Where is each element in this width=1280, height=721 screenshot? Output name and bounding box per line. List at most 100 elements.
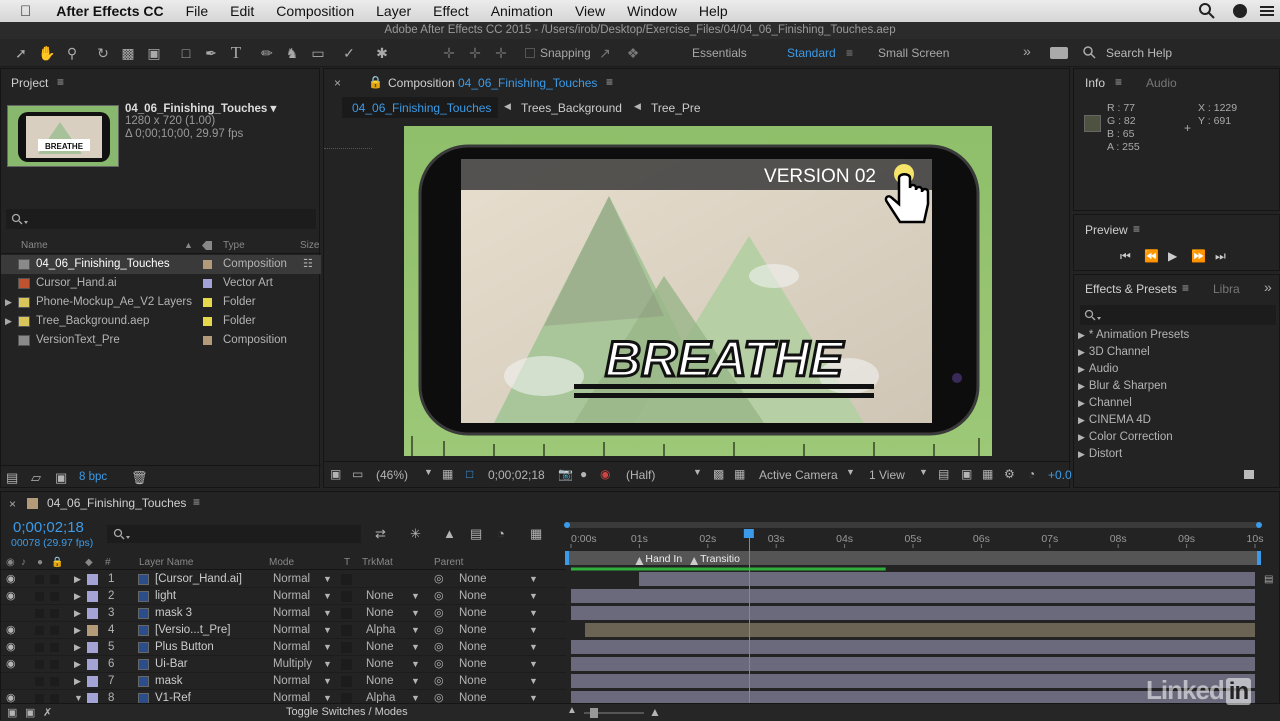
play-icon[interactable]: ▶ — [1168, 249, 1177, 263]
chevron-down-icon[interactable]: ▼ — [529, 656, 538, 673]
layer-duration-bar[interactable] — [571, 606, 1255, 620]
blend-mode-dropdown[interactable]: Normal — [273, 605, 310, 622]
parent-dropdown[interactable]: None — [459, 656, 487, 673]
axis-world-icon[interactable]: ✛ — [466, 44, 484, 62]
close-icon[interactable]: × — [9, 497, 16, 511]
chevron-down-icon[interactable]: ▼ — [323, 571, 332, 588]
work-area-in-marker[interactable] — [565, 551, 569, 565]
project-item[interactable]: VersionText_Pre Composition — [1, 331, 321, 350]
preserve-transparency-checkbox[interactable] — [341, 642, 352, 653]
preview-tab[interactable]: Preview — [1085, 223, 1128, 237]
solo-checkbox[interactable] — [35, 575, 44, 584]
snapping-checkbox[interactable] — [525, 48, 535, 58]
axis-view-icon[interactable]: ✛ — [492, 44, 510, 62]
chevron-down-icon[interactable]: ▼ — [323, 622, 332, 639]
preserve-transparency-checkbox[interactable] — [341, 574, 352, 585]
expand-arrow-icon[interactable]: ▶ — [74, 656, 81, 673]
effects-tab[interactable]: Effects & Presets — [1085, 282, 1177, 296]
toggle-pixel-aspect-icon[interactable]: ▤ — [938, 467, 949, 481]
lock-checkbox[interactable] — [50, 575, 59, 584]
parent-dropdown[interactable]: None — [459, 622, 487, 639]
blend-mode-dropdown[interactable]: Normal — [273, 622, 310, 639]
layer-name[interactable]: [Versio...t_Pre] — [155, 622, 230, 639]
chevron-down-icon[interactable]: ▼ — [846, 467, 855, 477]
pan-behind-tool-icon[interactable]: ▣ — [145, 44, 163, 62]
show-snapshot-icon[interactable]: ● — [580, 467, 587, 481]
audio-switch-header-icon[interactable]: ♪ — [21, 555, 26, 570]
new-composition-icon[interactable]: ▣ — [55, 470, 67, 486]
track-matte-dropdown[interactable]: None — [366, 673, 394, 690]
more-panels-icon[interactable]: » — [1264, 279, 1272, 295]
label-color-swatch[interactable] — [87, 574, 98, 585]
expand-arrow-icon[interactable]: ▶ — [5, 312, 12, 331]
layer-name[interactable]: Plus Button — [155, 639, 214, 656]
column-number[interactable]: # — [105, 555, 111, 570]
label-color-swatch[interactable] — [87, 676, 98, 687]
frame-blending-icon[interactable]: ▤ — [470, 526, 482, 542]
in-out-stretch-icon[interactable]: ✗ — [43, 706, 52, 719]
menu-composition[interactable]: Composition — [265, 3, 365, 19]
layer-name[interactable]: Ui-Bar — [155, 656, 188, 673]
close-icon[interactable]: × — [334, 76, 341, 90]
blend-mode-dropdown[interactable]: Normal — [273, 673, 310, 690]
expand-arrow-icon[interactable]: ▶ — [5, 293, 12, 312]
layer-switches-icon[interactable]: ▣ — [7, 706, 17, 719]
blend-mode-dropdown[interactable]: Multiply — [273, 656, 312, 673]
snapshot-icon[interactable]: 📷 — [558, 467, 573, 481]
color-channels-icon[interactable]: ◉ — [600, 467, 610, 481]
preserve-transparency-checkbox[interactable] — [341, 591, 352, 602]
selected-item-name[interactable]: 04_06_Finishing_Touches ▾ — [125, 101, 276, 115]
draft-3d-icon[interactable]: ✳ — [410, 526, 421, 542]
playhead-line[interactable] — [748, 538, 750, 703]
pick-whip-icon[interactable]: ◎ — [434, 605, 444, 622]
layer-duration-bar[interactable] — [571, 589, 1255, 603]
panel-menu-icon[interactable]: ≡ — [1133, 222, 1140, 236]
chevron-down-icon[interactable]: ▼ — [529, 622, 538, 639]
transparency-grid-icon[interactable]: ▦ — [734, 467, 745, 481]
selection-tool-icon[interactable]: ➚ — [12, 44, 30, 62]
menu-list-icon[interactable] — [1260, 4, 1274, 21]
sync-settings-icon[interactable] — [1050, 47, 1068, 59]
current-time-display[interactable]: 0;00;02;18 — [13, 519, 84, 536]
label-tag-icon[interactable] — [202, 241, 212, 250]
layer-duration-bar[interactable] — [639, 572, 1255, 586]
motion-blur-icon[interactable]: ◔ — [497, 526, 505, 541]
previous-frame-icon[interactable]: ⏪ — [1144, 249, 1159, 263]
spotlight-icon[interactable] — [1198, 2, 1216, 23]
parent-dropdown[interactable]: None — [459, 605, 487, 622]
hand-tool-icon[interactable]: ✋ — [38, 44, 56, 62]
expand-arrow-icon[interactable]: ▶ — [74, 588, 81, 605]
chevron-down-icon[interactable]: ▼ — [529, 605, 538, 622]
track-matte-dropdown[interactable]: Alpha — [366, 622, 395, 639]
pick-whip-icon[interactable]: ◎ — [434, 656, 444, 673]
resolution-dropdown[interactable]: (Half) — [626, 468, 655, 482]
menu-layer[interactable]: Layer — [365, 3, 422, 19]
creative-cloud-icon[interactable] — [1230, 3, 1250, 22]
apple-icon[interactable]:  — [0, 3, 42, 20]
lock-checkbox[interactable] — [50, 592, 59, 601]
effects-category[interactable]: ▶ Distort — [1078, 448, 1122, 460]
trash-icon[interactable]: 🗑 — [131, 470, 148, 486]
zoom-in-icon[interactable]: ▲ — [649, 705, 661, 719]
work-area-bar[interactable] — [566, 522, 1260, 528]
composition-tab-name[interactable]: 04_06_Finishing_Touches — [458, 76, 597, 90]
column-parent[interactable]: Parent — [434, 555, 463, 570]
timeline-tab[interactable]: 04_06_Finishing_Touches — [47, 496, 186, 510]
chevron-down-icon[interactable]: ▼ — [411, 622, 420, 639]
eye-icon[interactable]: ◉ — [6, 588, 16, 605]
chevron-down-icon[interactable]: ▼ — [411, 605, 420, 622]
chevron-down-icon[interactable]: ▼ — [323, 673, 332, 690]
menu-effect[interactable]: Effect — [422, 3, 480, 19]
layer-row[interactable]: ◉ ▶ 4 [Versio...t_Pre] Normal ▼ Alpha ▼ ◎ None ▼ — [1, 622, 566, 639]
parent-dropdown[interactable]: None — [459, 571, 487, 588]
clone-stamp-tool-icon[interactable]: ♞ — [283, 44, 301, 62]
blend-mode-dropdown[interactable]: Normal — [273, 588, 310, 605]
column-name[interactable]: Name — [21, 237, 48, 254]
zoom-out-icon[interactable]: ▲ — [567, 705, 577, 716]
lock-checkbox[interactable] — [50, 694, 59, 703]
lock-checkbox[interactable] — [50, 677, 59, 686]
project-search-field[interactable] — [6, 209, 316, 229]
region-of-interest-icon[interactable]: □ — [466, 467, 473, 481]
sort-up-icon[interactable]: ▲ — [184, 237, 193, 254]
pick-whip-icon[interactable]: ◎ — [434, 673, 444, 690]
